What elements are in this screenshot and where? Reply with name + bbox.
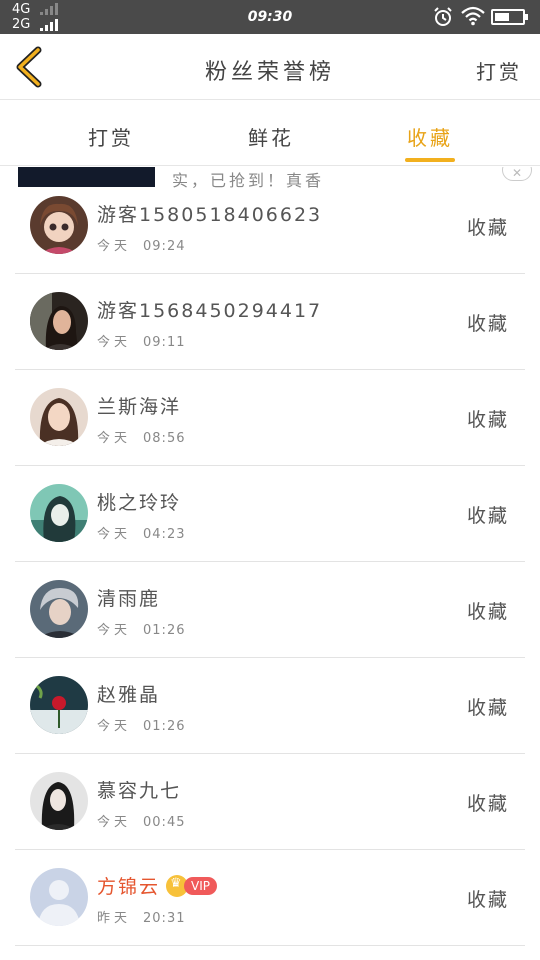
fan-name: 赵雅晶 xyxy=(97,684,161,706)
fan-action-label: 收藏 xyxy=(466,889,509,911)
tab-favorites[interactable]: 收藏 xyxy=(407,122,453,151)
clock: 09:30 xyxy=(247,9,293,25)
fan-name: 桃之玲玲 xyxy=(97,492,182,514)
man-portrait-avatar xyxy=(30,580,88,638)
fan-time: 今天 08:56 xyxy=(97,431,186,446)
rose-avatar xyxy=(30,676,88,734)
woman-portrait-avatar xyxy=(30,388,88,446)
fan-name: 游客1580518406623 xyxy=(97,204,323,226)
default-user-avatar xyxy=(30,868,88,926)
anime-avatar xyxy=(30,484,88,542)
fan-action-label: 收藏 xyxy=(466,313,509,335)
fan-name: 游客1568450294417 xyxy=(97,300,323,322)
list-item[interactable]: 赵雅晶 今天 01:26 收藏 xyxy=(15,658,525,754)
status-bar: 4G 2G 09:30 xyxy=(0,0,540,34)
alarm-icon xyxy=(434,7,452,26)
nav-bar: 粉丝荣誉榜 打赏 xyxy=(0,34,540,100)
fan-time: 昨天 20:31 xyxy=(97,911,186,926)
fan-action-label: 收藏 xyxy=(466,793,509,815)
fan-time: 今天 09:24 xyxy=(97,239,186,254)
fan-time: 今天 01:26 xyxy=(97,719,186,734)
fan-name: 清雨鹿 xyxy=(97,588,161,610)
page-title: 粉丝荣誉榜 xyxy=(204,60,335,85)
list-item[interactable]: 游客1568450294417 今天 09:11 收藏 xyxy=(15,274,525,370)
vip-badge: VIP xyxy=(184,876,217,895)
wifi-icon xyxy=(461,6,485,26)
fan-time: 今天 01:26 xyxy=(97,623,186,638)
list-item[interactable]: 方锦云VIP 昨天20:31 收藏 xyxy=(15,850,525,946)
list-item[interactable]: 兰斯海洋 今天 08:56 收藏 xyxy=(15,370,525,466)
fan-action-label: 收藏 xyxy=(466,601,509,623)
fan-time: 今天 04:23 xyxy=(97,527,186,542)
doll-avatar xyxy=(30,196,88,254)
battery-icon xyxy=(491,9,528,25)
list-item[interactable]: 慕容九七 今天 00:45 收藏 xyxy=(15,754,525,850)
tab-bar: 打赏 鲜花 收藏 xyxy=(0,100,540,166)
fan-action-label: 收藏 xyxy=(466,505,509,527)
list-item[interactable]: 清雨鹿 今天 01:26 收藏 xyxy=(15,562,525,658)
woman-portrait-avatar xyxy=(30,292,88,350)
tab-tip[interactable]: 打赏 xyxy=(88,122,134,151)
fan-action-label: 收藏 xyxy=(466,697,509,719)
fan-time: 今天 09:11 xyxy=(97,335,186,350)
fan-time: 今天 00:45 xyxy=(97,815,186,830)
fan-name: 慕容九七 xyxy=(97,780,182,802)
fan-action-label: 收藏 xyxy=(466,217,509,239)
woman-portrait-avatar xyxy=(30,772,88,830)
list-item[interactable]: 桃之玲玲 今天 04:23 收藏 xyxy=(15,466,525,562)
fan-action-label: 收藏 xyxy=(466,409,509,431)
list-item[interactable]: 游客1580518406623 今天 09:24 收藏 xyxy=(15,178,525,274)
fan-name: 兰斯海洋 xyxy=(97,396,182,418)
tip-button[interactable]: 打赏 xyxy=(476,56,522,85)
fan-name: 方锦云VIP xyxy=(97,872,217,899)
active-tab-indicator xyxy=(405,158,455,162)
tab-flowers[interactable]: 鲜花 xyxy=(248,122,294,151)
